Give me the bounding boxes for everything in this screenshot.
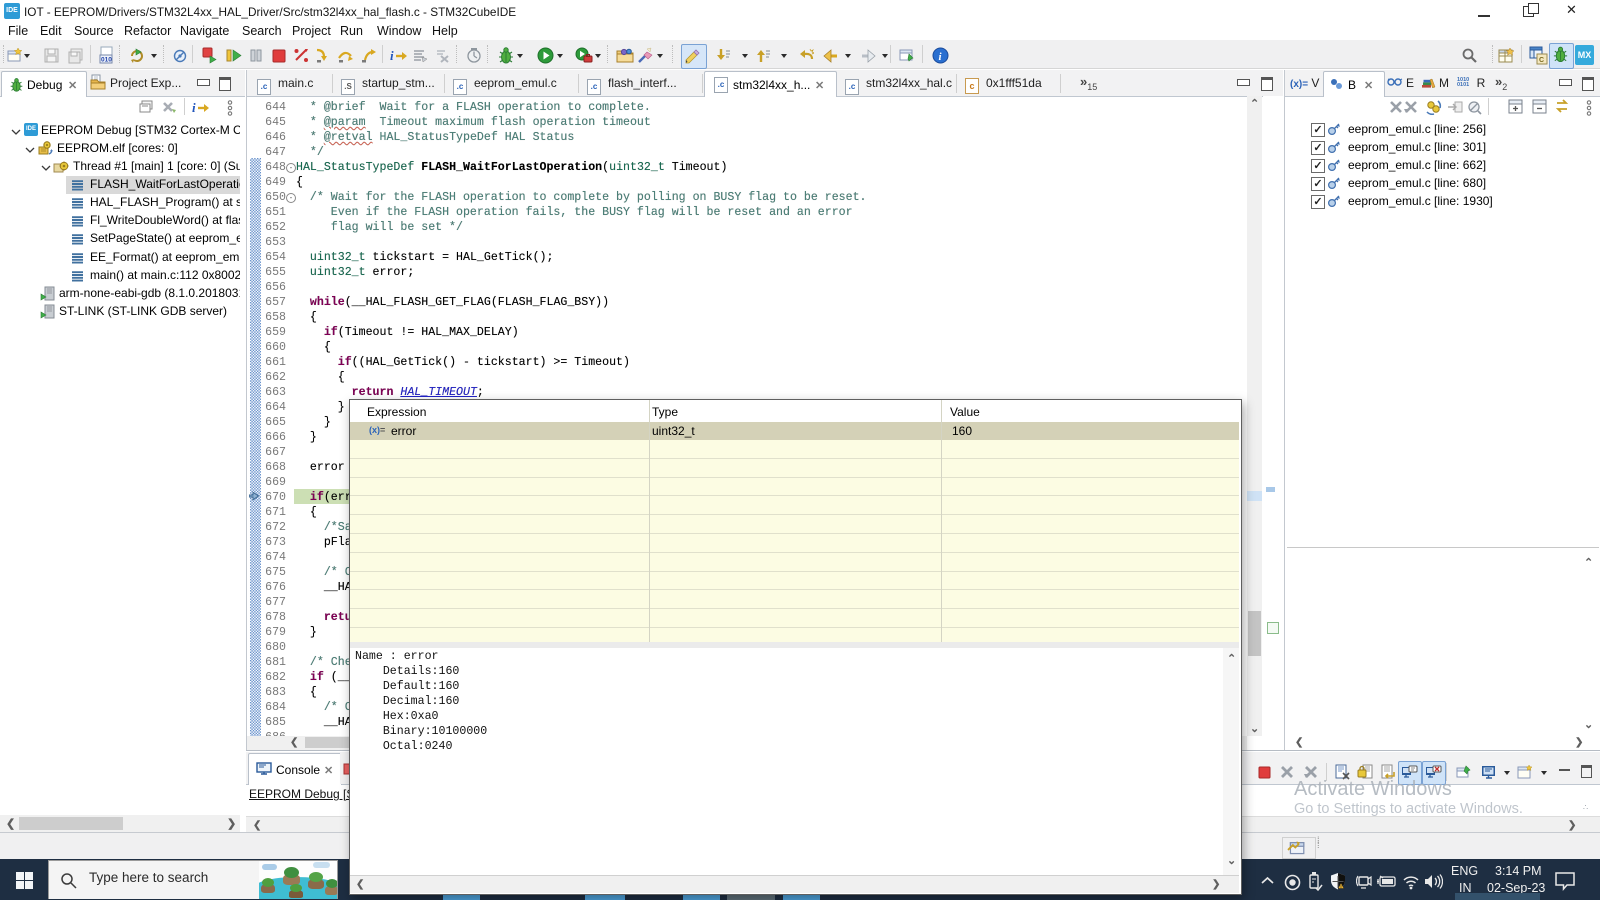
svg-text:C: C — [1539, 57, 1544, 64]
svg-text:i: i — [390, 48, 394, 63]
svg-text:010: 010 — [101, 57, 112, 64]
svg-text:i: i — [192, 100, 196, 115]
